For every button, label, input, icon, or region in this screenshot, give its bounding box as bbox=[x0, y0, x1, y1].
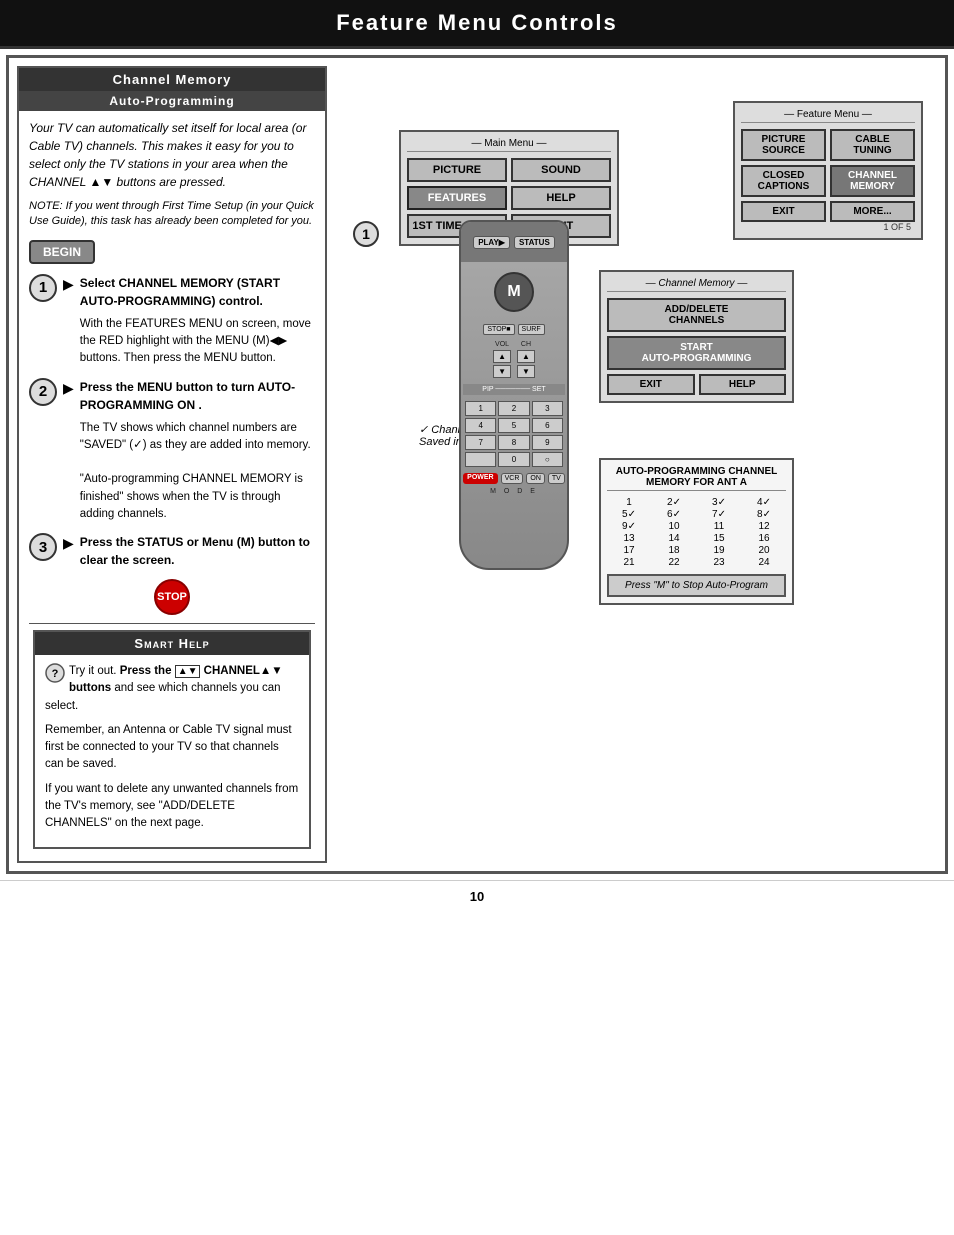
smart-help-icon: ? bbox=[45, 663, 65, 683]
step-1-number: 1 bbox=[29, 274, 57, 302]
feature-btn-closed-captions[interactable]: CLOSEDCAPTIONS bbox=[741, 165, 826, 197]
menu-btn-picture[interactable]: PICTURE bbox=[407, 158, 507, 182]
stop-button[interactable]: STOP bbox=[154, 579, 190, 615]
ch-mem-help[interactable]: HELP bbox=[699, 374, 787, 395]
smart-help-p3: If you want to delete any unwanted chann… bbox=[45, 781, 299, 833]
auto-prog-channel-grid: 1 2✓ 3✓ 4✓ 5✓ 6✓ 7✓ 8✓ 9✓ 10 11 12 13 14 bbox=[607, 497, 786, 568]
feature-menu-count: 1 OF 5 bbox=[741, 222, 915, 232]
ch-mem-start-auto[interactable]: STARTAUTO-PROGRAMMING bbox=[607, 336, 786, 370]
channel-memory-menu-box: — Channel Memory — ADD/DELETECHANNELS ST… bbox=[599, 270, 794, 403]
main-menu-label: — Main Menu — bbox=[407, 138, 611, 152]
step-3-title: Press the STATUS or Menu (M) button to c… bbox=[80, 535, 310, 567]
ch-mem-exit[interactable]: EXIT bbox=[607, 374, 695, 395]
feature-btn-exit[interactable]: EXIT bbox=[741, 201, 826, 222]
left-panel: Channel Memory Auto-Programming Your TV … bbox=[17, 66, 327, 863]
step-3-arrow: ▶ bbox=[63, 535, 74, 552]
press-m-note: Press "M" to Stop Auto-Program bbox=[607, 574, 786, 597]
feature-menu-label: — Feature Menu — bbox=[741, 109, 915, 123]
note-text: NOTE: If you went through First Time Set… bbox=[29, 199, 315, 230]
step-1-detail: With the FEATURES MENU on screen, move t… bbox=[80, 316, 315, 368]
page-number: 10 bbox=[0, 880, 954, 912]
smart-help-p2: Remember, an Antenna or Cable TV signal … bbox=[45, 722, 299, 774]
feature-menu-box: — Feature Menu — PICTURESOURCE CABLETUNI… bbox=[733, 101, 923, 240]
feature-btn-channel-memory[interactable]: CHANNELMEMORY bbox=[830, 165, 915, 197]
ch-mem-add-delete[interactable]: ADD/DELETECHANNELS bbox=[607, 298, 786, 332]
auto-prog-title: AUTO-PROGRAMMING CHANNEL MEMORY FOR ANT … bbox=[607, 466, 786, 491]
step-2-number: 2 bbox=[29, 378, 57, 406]
smart-help-box: Smart Help ? Try it out. Press the ▲▼ CH… bbox=[33, 630, 311, 849]
intro-text: Your TV can automatically set itself for… bbox=[29, 119, 315, 191]
step-2-title: Press the MENU button to turn AUTO-PROGR… bbox=[80, 380, 295, 412]
step-2: 2 ▶ Press the MENU button to turn AUTO-P… bbox=[29, 378, 315, 524]
smart-help-title: Smart Help bbox=[35, 632, 309, 655]
section-title: Channel Memory bbox=[19, 68, 325, 91]
step-2-arrow: ▶ bbox=[63, 380, 74, 397]
begin-button[interactable]: BEGIN bbox=[29, 240, 95, 264]
remote-control: PLAY▶ STATUS M STOP■ SURF bbox=[459, 220, 569, 570]
step-1-title: Select CHANNEL MEMORY (START AUTO-PROGRA… bbox=[80, 276, 280, 308]
channel-memory-menu-label: — Channel Memory — bbox=[607, 278, 786, 292]
right-step-1-badge: 1 bbox=[353, 221, 379, 247]
feature-btn-more[interactable]: MORE... bbox=[830, 201, 915, 222]
svg-text:?: ? bbox=[52, 668, 59, 680]
header-title: Feature Menu Controls bbox=[336, 10, 618, 35]
step-2-detail: The TV shows which channel numbers are "… bbox=[80, 420, 315, 524]
feature-btn-cable-tuning[interactable]: CABLETUNING bbox=[830, 129, 915, 161]
step-1: 1 ▶ Select CHANNEL MEMORY (START AUTO-PR… bbox=[29, 274, 315, 368]
smart-help-p1: ? Try it out. Press the ▲▼ CHANNEL▲▼ but… bbox=[45, 663, 299, 715]
step-1-arrow: ▶ bbox=[63, 276, 74, 293]
auto-prog-box: AUTO-PROGRAMMING CHANNEL MEMORY FOR ANT … bbox=[599, 458, 794, 605]
step-3: 3 ▶ Press the STATUS or Menu (M) button … bbox=[29, 533, 315, 569]
section-subtitle: Auto-Programming bbox=[19, 91, 325, 111]
right-panel: 1 2 3 — Main Menu — PICTURE SOUND FEATUR… bbox=[335, 66, 937, 863]
menu-btn-sound[interactable]: SOUND bbox=[511, 158, 611, 182]
menu-btn-help[interactable]: HELP bbox=[511, 186, 611, 210]
menu-btn-features[interactable]: FEATURES bbox=[407, 186, 507, 210]
page-header: Feature Menu Controls bbox=[0, 0, 954, 49]
feature-btn-picture-source[interactable]: PICTURESOURCE bbox=[741, 129, 826, 161]
step-3-number: 3 bbox=[29, 533, 57, 561]
